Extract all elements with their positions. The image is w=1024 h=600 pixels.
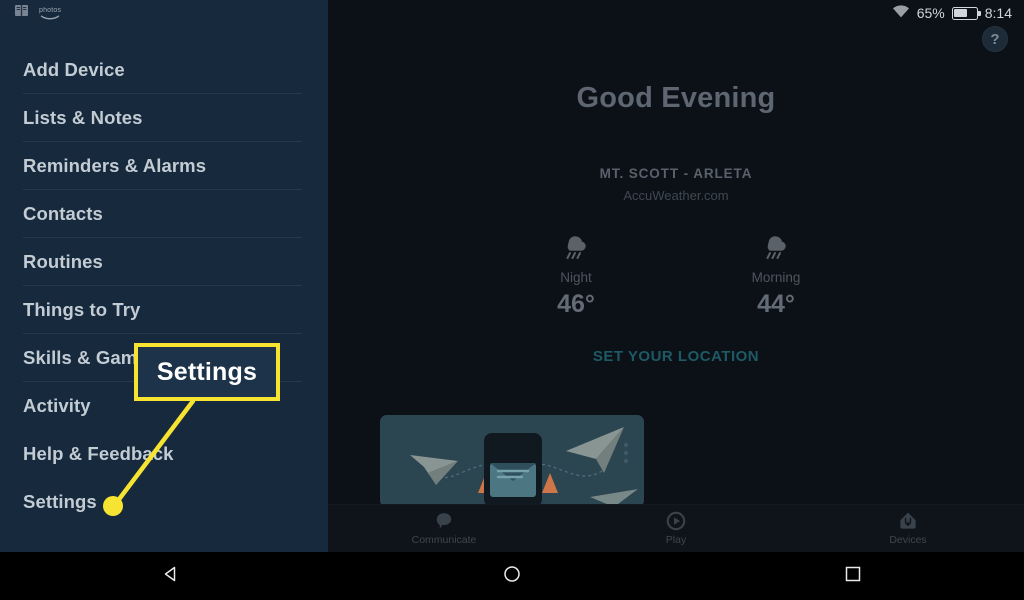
android-navigation-bar	[0, 552, 1024, 600]
annotation-callout-box: Settings	[134, 343, 280, 401]
annotation-callout-label: Settings	[156, 357, 258, 386]
back-triangle-icon	[161, 564, 181, 589]
android-home-button[interactable]	[341, 564, 682, 589]
annotation-overlay: Settings	[0, 0, 1024, 552]
android-back-button[interactable]	[0, 564, 341, 589]
alexa-app: ? Good Evening MT. SCOTT - ARLETA AccuWe…	[0, 0, 1024, 552]
android-recents-button[interactable]	[683, 564, 1024, 589]
annotation-leader-line	[103, 398, 196, 516]
recents-square-icon	[843, 564, 863, 589]
home-circle-icon	[502, 564, 522, 589]
device-screen: ? Good Evening MT. SCOTT - ARLETA AccuWe…	[0, 0, 1024, 600]
